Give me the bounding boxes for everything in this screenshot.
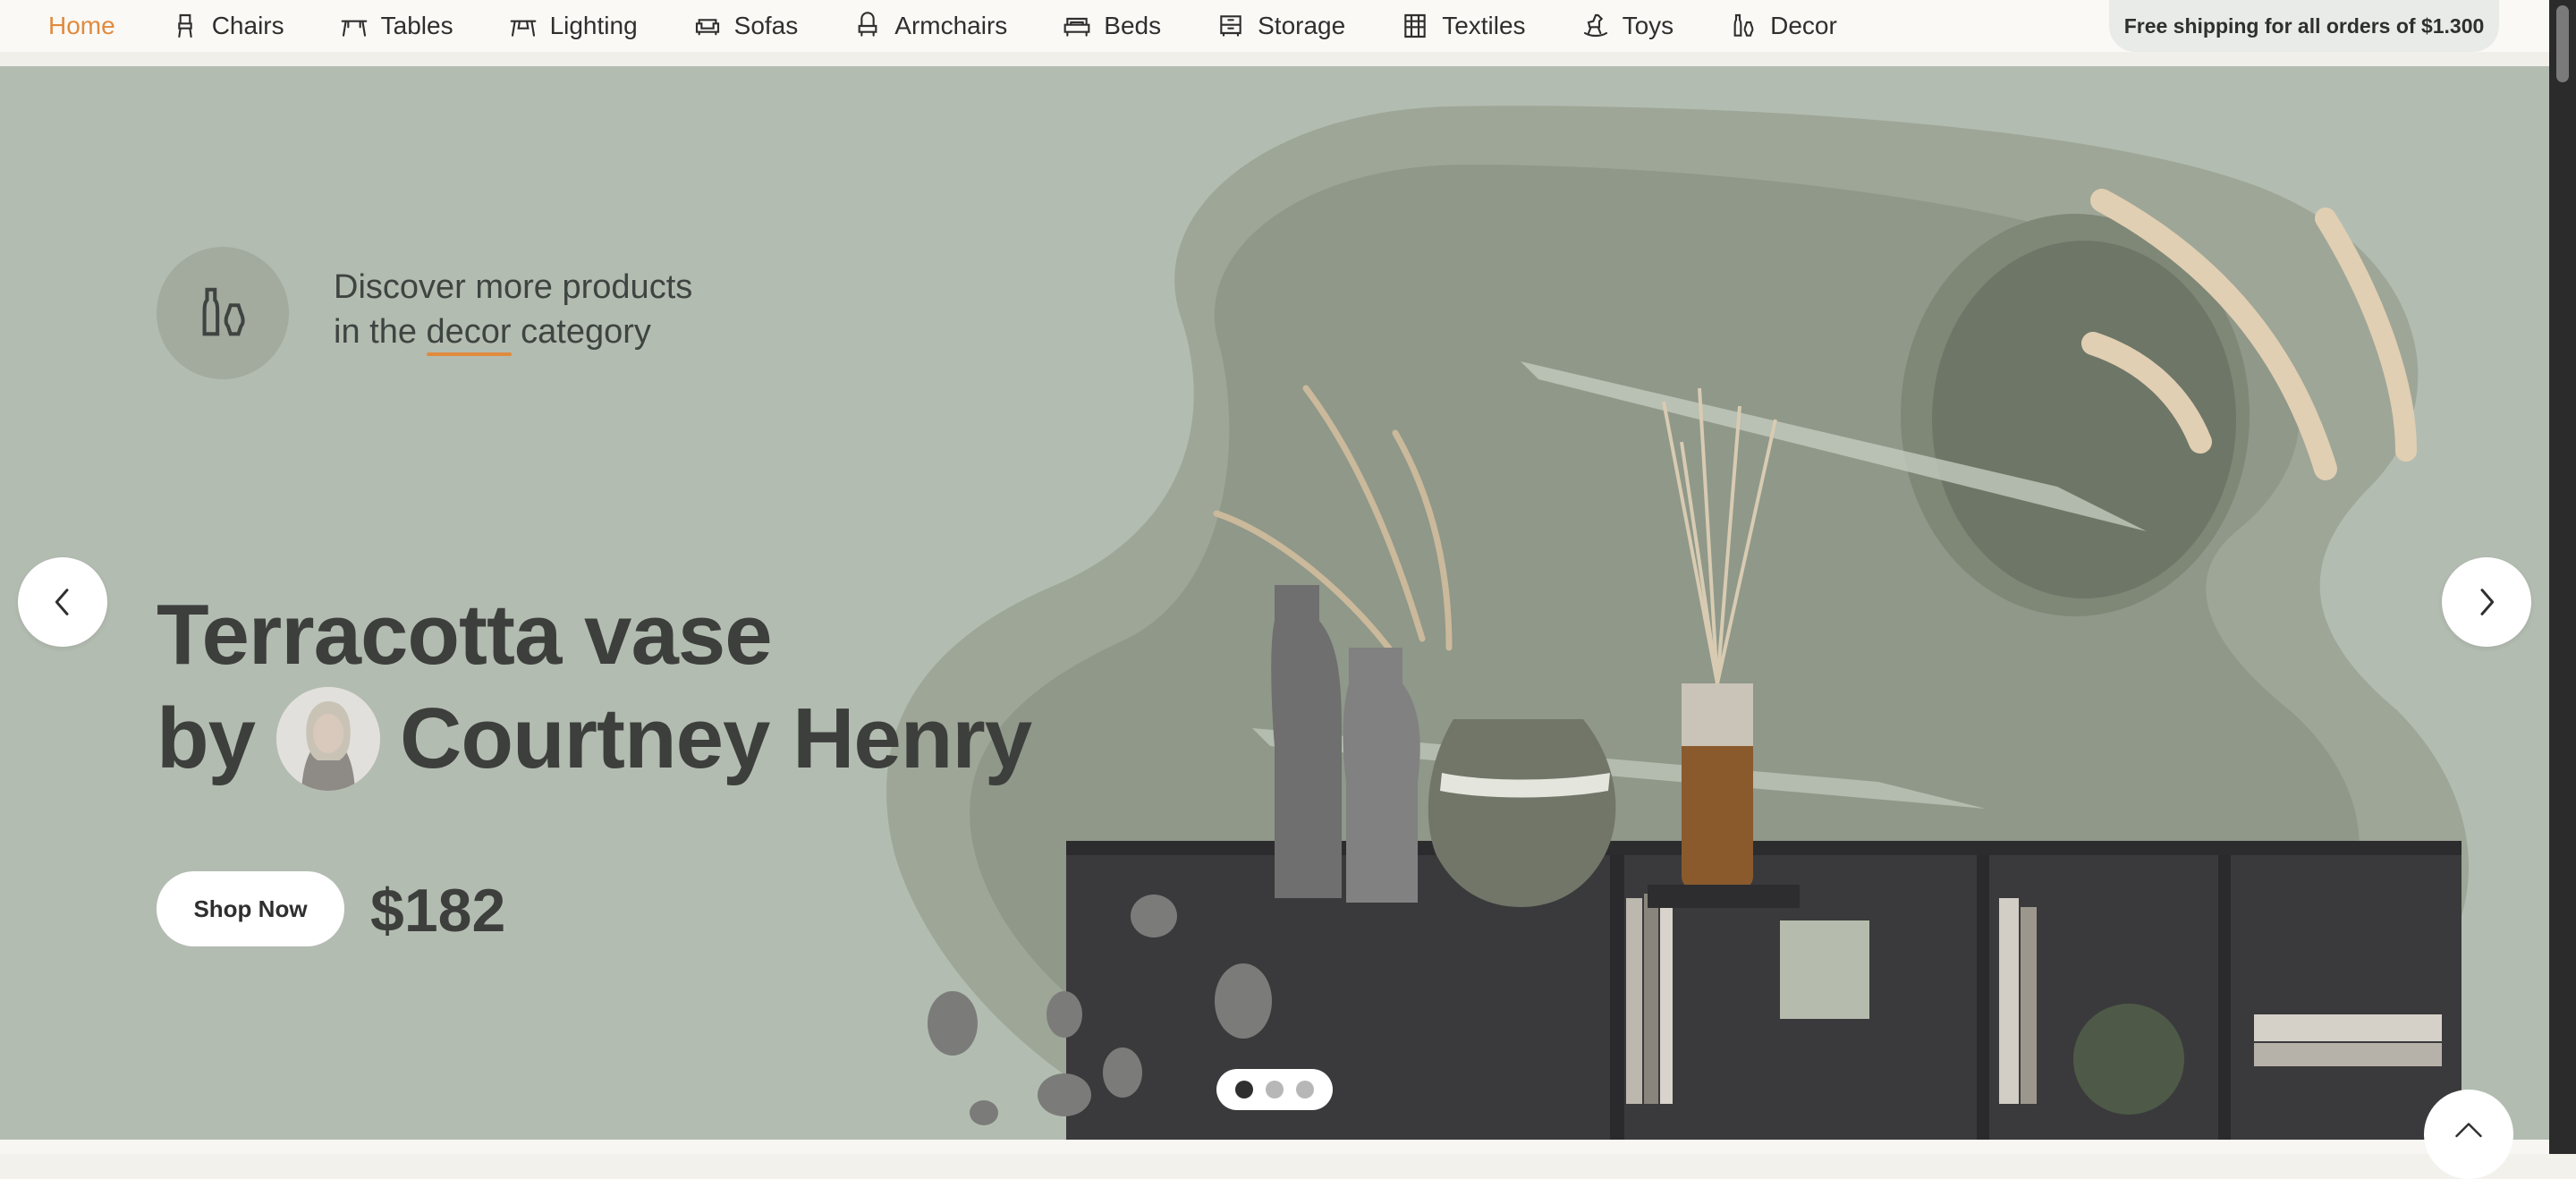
nav-item-lighting[interactable]: Lighting [509,12,638,40]
nav-item-label: Lighting [549,12,638,39]
product-price: $182 [370,877,506,945]
nav-item-label: Armchairs [894,12,1008,39]
slide-pagination [1216,1069,1333,1110]
nav-item-storage[interactable]: Storage [1216,12,1345,40]
nav-item-armchairs[interactable]: Armchairs [853,12,1007,40]
nav-item-label: Chairs [211,12,284,39]
nav-item-beds[interactable]: Beds [1063,12,1161,40]
chair-icon [177,13,192,38]
top-navigation: Home Chairs Tables Lighting Sofas Armcha… [0,0,2549,52]
decor-category-badge[interactable] [157,247,289,379]
textile-icon [1404,13,1426,38]
hero-title: Terracotta vase by Courtney Henry [157,583,1032,791]
scrollbar-thumb[interactable] [2556,5,2569,82]
chevron-left-icon [55,589,69,615]
hero-title-by: by [157,691,256,786]
category-prompt-post: category [521,313,651,351]
table-icon [341,20,368,37]
slide-dot-1[interactable] [1235,1081,1253,1098]
nav-item-label: Tables [380,12,453,39]
nav-item-label: Toys [1622,12,1674,39]
nav-item-decor[interactable]: Decor [1729,12,1837,40]
armchair-icon [858,12,877,37]
nav-item-chairs[interactable]: Chairs [171,12,284,40]
chevron-up-icon [2455,1123,2482,1138]
vase-icon [202,287,245,336]
category-prompt-line1: Discover more products [334,268,693,306]
slide-dot-3[interactable] [1296,1081,1314,1098]
bed-icon [1063,17,1090,37]
author-name[interactable]: Courtney Henry [400,687,1032,791]
nav-divider [0,52,2549,66]
nav-item-textiles[interactable]: Textiles [1401,12,1526,40]
vase-icon [1733,13,1754,37]
next-slide-button[interactable] [2442,557,2531,647]
nav-item-home[interactable]: Home [48,12,115,40]
category-prompt-line2: in the decor category [334,310,692,356]
nav-item-label: Textiles [1442,12,1526,39]
category-menu: Home Chairs Tables Lighting Sofas Armcha… [48,0,1893,52]
nav-item-label: Decor [1770,12,1837,39]
lamp-icon [510,20,536,37]
nav-item-label: Sofas [733,12,799,39]
nav-item-label: Beds [1104,12,1162,39]
nav-item-label: Storage [1258,12,1346,39]
sofa-icon [695,19,719,36]
hero-slider: Discover more products in the decor cate… [0,66,2549,1140]
hero-title-line1: Terracotta vase [157,587,773,683]
page-content-edge [0,1140,2549,1154]
slide-dot-2[interactable] [1266,1081,1284,1098]
chevron-right-icon [2480,589,2495,615]
category-prompt-pre: in the [334,313,417,351]
nav-item-label: Home [48,12,115,39]
shop-now-button[interactable]: Shop Now [157,871,344,946]
previous-slide-button[interactable] [18,557,107,647]
author-avatar [276,687,381,791]
scroll-to-top-button[interactable] [2424,1090,2513,1179]
nav-item-toys[interactable]: Toys [1581,12,1674,40]
category-prompt: Discover more products in the decor cate… [334,265,693,356]
nav-item-tables[interactable]: Tables [340,12,453,40]
nav-item-sofas[interactable]: Sofas [693,12,799,40]
storage-icon [1220,15,1241,37]
page-scrollbar[interactable] [2549,0,2576,1154]
hero-title-line2: by Courtney Henry [157,687,1032,791]
author-portrait [276,687,381,791]
free-shipping-banner: Free shipping for all orders of $1.300 [2109,0,2499,52]
decor-category-link[interactable]: decor [426,310,512,356]
rocking-horse-icon [1583,13,1607,38]
